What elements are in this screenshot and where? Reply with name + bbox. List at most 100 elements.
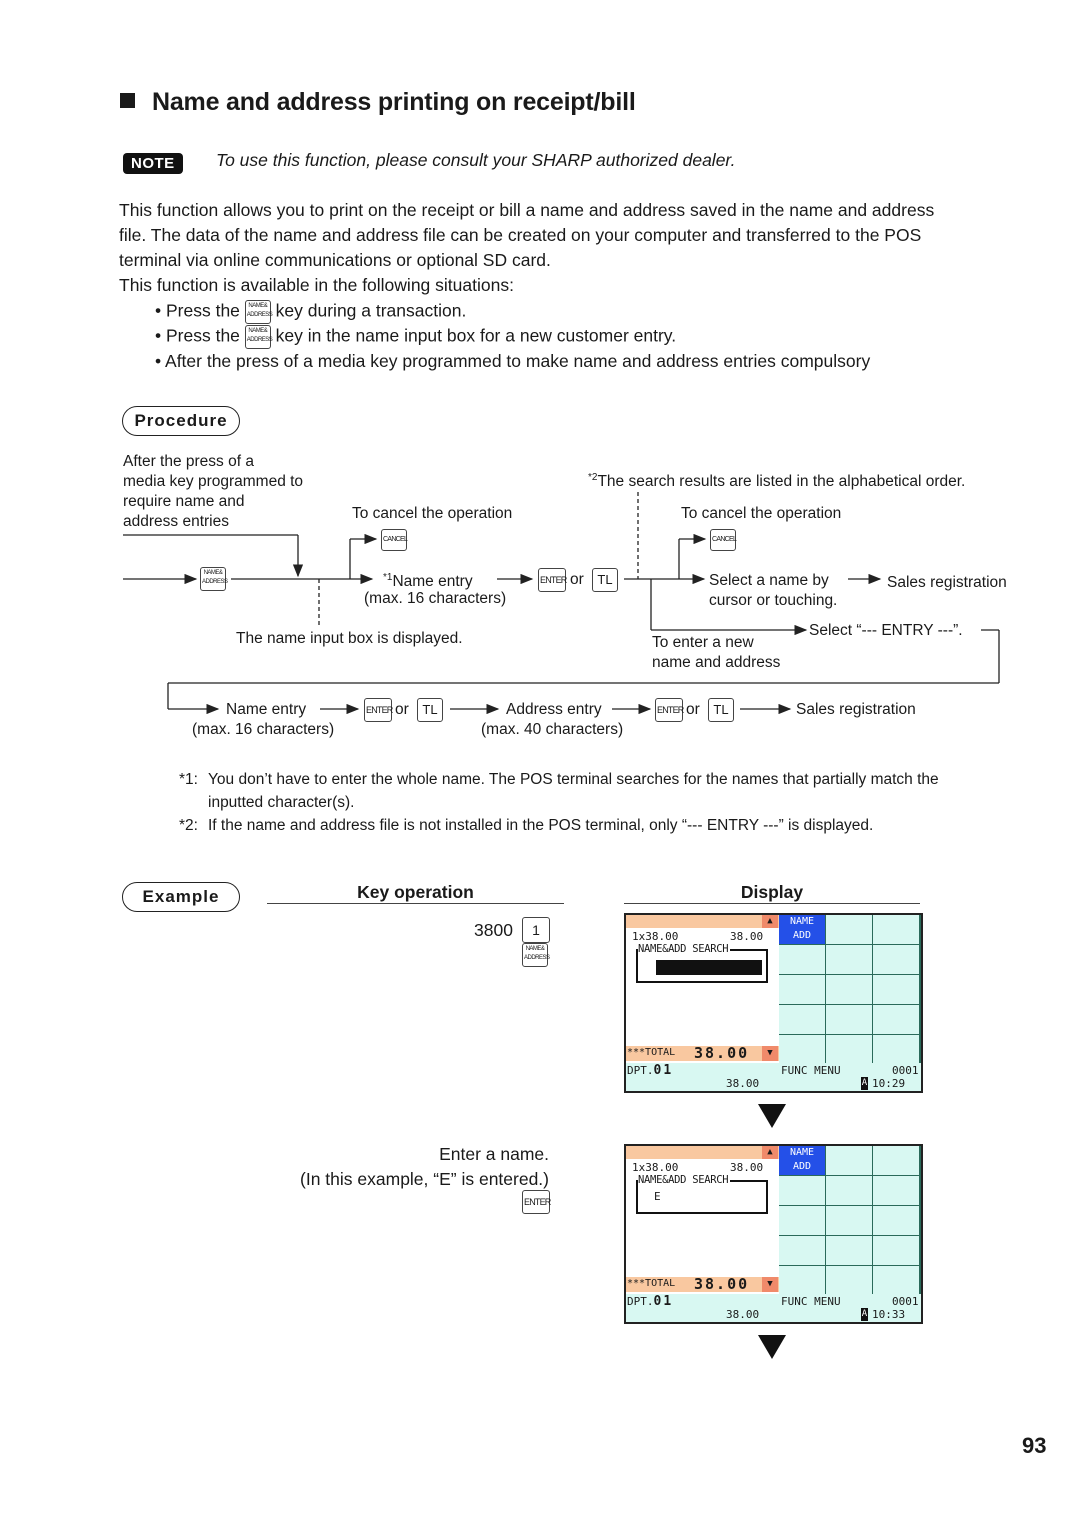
func-menu-label: FUNC MENU <box>781 1295 841 1308</box>
or-text: or <box>686 701 700 718</box>
name-address-key-icon: NAME& ADDRESS <box>200 567 228 591</box>
item-line: 1x38.00 <box>632 1161 679 1174</box>
func-menu-label: FUNC MENU <box>781 1064 841 1077</box>
or-text: or <box>570 571 584 588</box>
tl-key-icon: TL <box>592 568 618 592</box>
cancel-note: To cancel the operation <box>681 505 842 522</box>
function-key[interactable] <box>826 1206 872 1235</box>
function-key[interactable] <box>779 945 825 974</box>
enter-key-icon: ENTER <box>538 568 567 592</box>
function-key[interactable] <box>873 1005 919 1034</box>
function-key[interactable] <box>826 1035 872 1064</box>
department: DPT.01 <box>627 1294 674 1309</box>
function-key[interactable] <box>873 915 919 944</box>
enter-key-icon: ENTER <box>364 698 393 722</box>
name-entry-max: (max. 16 characters) <box>364 590 507 607</box>
footnote-text: You don’t have to enter the whole name. … <box>208 771 939 788</box>
name-add-button[interactable]: NAME ADD <box>779 915 825 944</box>
function-key[interactable] <box>779 1035 825 1064</box>
function-key[interactable] <box>873 1176 919 1205</box>
footnote-mark: *1: <box>179 771 198 788</box>
total-value: 38.00 <box>694 1044 750 1062</box>
function-key-grid: NAME ADD <box>779 1146 921 1295</box>
cancel-note: To cancel the operation <box>352 505 513 522</box>
function-key[interactable] <box>779 1236 825 1265</box>
or-text: or <box>395 701 409 718</box>
enter-key-icon: ENTER <box>522 1190 551 1214</box>
cancel-key-icon: CANCEL <box>381 529 408 551</box>
amount-entry: 3800 <box>474 920 513 940</box>
function-key[interactable] <box>873 1035 919 1064</box>
department: DPT.01 <box>627 1063 674 1078</box>
function-key[interactable] <box>873 1206 919 1235</box>
new-entry-note: To enter a new name and address <box>652 634 781 671</box>
total-value: 38.00 <box>694 1275 750 1293</box>
select-name-step: Select a name by cursor or touching. <box>709 572 838 609</box>
function-key[interactable] <box>826 915 872 944</box>
total-label: ***TOTAL <box>627 1278 676 1289</box>
cancel-key-icon: CANCEL <box>710 529 737 551</box>
name-entry-step-2: Name entry <box>226 701 307 718</box>
function-key[interactable] <box>826 1005 872 1034</box>
clock: 10:29 <box>872 1077 906 1090</box>
subtotal: 38.00 <box>726 1308 760 1321</box>
search-box-label: NAME&ADD SEARCH <box>638 943 731 955</box>
name-address-key-icon: NAME& ADDRESS <box>522 943 550 967</box>
function-key[interactable] <box>779 1176 825 1205</box>
scroll-up-icon[interactable]: ▲ <box>762 1146 778 1159</box>
media-key-note: After the press of a media key programme… <box>123 453 304 530</box>
scroll-up-icon[interactable]: ▲ <box>762 915 778 928</box>
step-instruction: Enter a name. (In this example, “E” is e… <box>300 1144 549 1189</box>
input-box-note: The name input box is displayed. <box>236 630 463 647</box>
scroll-down-icon[interactable]: ▼ <box>762 1277 778 1292</box>
item-amount: 38.00 <box>730 1161 764 1174</box>
function-key[interactable] <box>873 975 919 1004</box>
subtotal: 38.00 <box>726 1077 760 1090</box>
function-key[interactable] <box>873 945 919 974</box>
mode-indicator: A <box>861 1308 868 1321</box>
function-key[interactable] <box>826 1236 872 1265</box>
name-entry-max-2: (max. 16 characters) <box>192 721 335 738</box>
down-triangle-icon <box>758 1104 786 1128</box>
search-input-value: E <box>654 1190 661 1203</box>
tl-key-icon: TL <box>708 698 734 722</box>
key-operation-header: Key operation <box>267 882 564 904</box>
function-key[interactable] <box>873 1146 919 1175</box>
function-key-grid: NAME ADD <box>779 915 921 1064</box>
function-key[interactable] <box>779 1005 825 1034</box>
footnote-text: If the name and address file is not inst… <box>208 817 874 834</box>
function-key[interactable] <box>779 975 825 1004</box>
function-key[interactable] <box>873 1266 919 1295</box>
function-key[interactable] <box>826 945 872 974</box>
pos-display-screen: ▲ 1x38.00 38.00 NAME&ADD SEARCH NAME ADD … <box>624 913 923 1093</box>
tl-key-icon: TL <box>417 698 443 722</box>
pos-display-screen: ▲ 1x38.00 38.00 NAME&ADD SEARCH E NAME AD… <box>624 1144 923 1324</box>
mode-indicator: A <box>861 1077 868 1090</box>
counter: 0001 <box>892 1064 919 1077</box>
function-key[interactable] <box>779 1266 825 1295</box>
address-entry-max: (max. 40 characters) <box>481 721 624 738</box>
function-key[interactable] <box>826 1266 872 1295</box>
search-input-cursor <box>656 960 762 975</box>
search-box-label: NAME&ADD SEARCH <box>638 1174 731 1186</box>
page-number: 93 <box>1022 1433 1047 1458</box>
example-label: Example <box>122 882 240 912</box>
sales-registration: Sales registration <box>887 574 1007 591</box>
scroll-down-icon[interactable]: ▼ <box>762 1046 778 1061</box>
clock: 10:33 <box>872 1308 906 1321</box>
item-amount: 38.00 <box>730 930 764 943</box>
procedure-flow-lines <box>123 492 1000 715</box>
counter: 0001 <box>892 1295 919 1308</box>
total-label: ***TOTAL <box>627 1047 676 1058</box>
address-entry-step: Address entry <box>506 701 602 718</box>
function-key[interactable] <box>779 1206 825 1235</box>
select-entry-step: Select “--- ENTRY ---”. <box>809 622 963 639</box>
digit-1-key-icon: 1 <box>522 917 550 943</box>
function-key[interactable] <box>826 1146 872 1175</box>
function-key[interactable] <box>826 1176 872 1205</box>
function-key[interactable] <box>826 975 872 1004</box>
sales-registration: Sales registration <box>796 701 916 718</box>
function-key[interactable] <box>873 1236 919 1265</box>
name-add-button[interactable]: NAME ADD <box>779 1146 825 1175</box>
item-line: 1x38.00 <box>632 930 679 943</box>
